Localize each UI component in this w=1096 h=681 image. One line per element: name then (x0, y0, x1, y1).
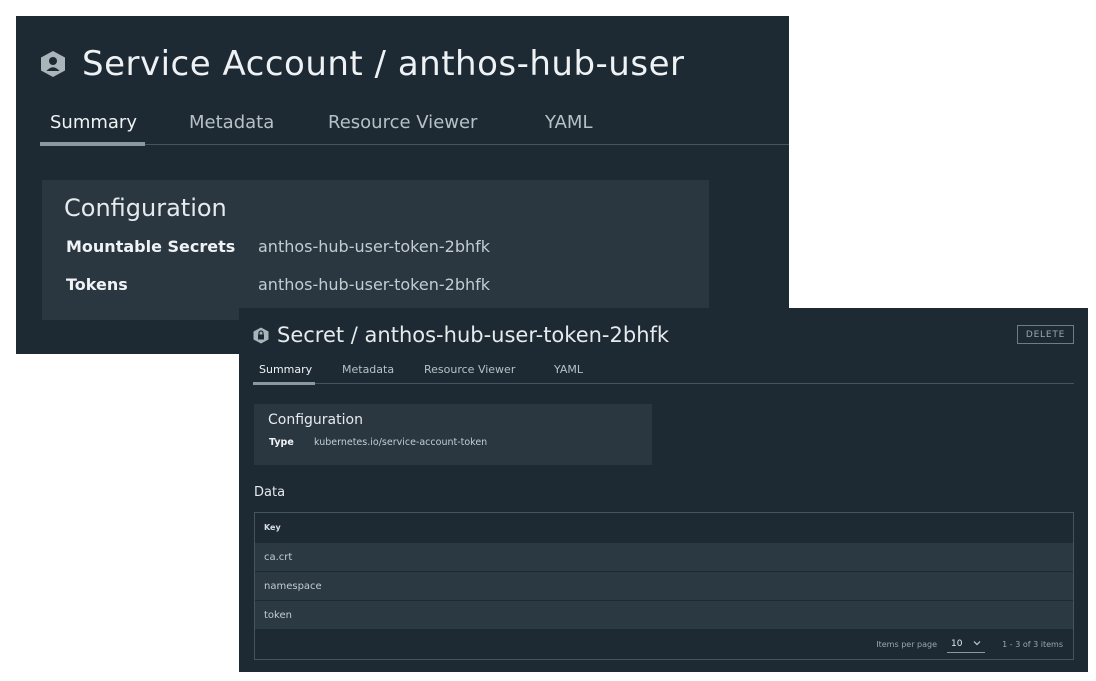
table-row[interactable]: namespace (255, 571, 1073, 600)
secret-tab-summary[interactable]: Summary (259, 363, 312, 376)
delete-button[interactable]: DELETE (1017, 325, 1074, 344)
pagination-range: 1 - 3 of 3 items (1002, 640, 1063, 649)
table-header-key: Key (264, 523, 281, 532)
secret-configuration-title: Configuration (268, 412, 363, 428)
data-table: Key ca.crt namespace token Items per pag… (254, 512, 1074, 660)
secret-title: Secret / anthos-hub-user-token-2bhfk (277, 323, 670, 347)
table-row[interactable]: ca.crt (255, 542, 1073, 571)
secret-panel: Secret / anthos-hub-user-token-2bhfk DEL… (239, 308, 1088, 672)
tab-metadata[interactable]: Metadata (189, 112, 274, 133)
table-footer: Items per page 10 1 - 3 of 3 items (255, 630, 1073, 659)
secret-header: Secret / anthos-hub-user-token-2bhfk (253, 322, 669, 348)
configuration-card: Configuration Mountable Secrets anthos-h… (42, 180, 709, 320)
service-account-panel: Service Account / anthos-hub-user Summar… (16, 16, 789, 354)
items-per-page-value: 10 (951, 639, 963, 649)
secret-hexagon-icon (253, 327, 269, 343)
type-value: kubernetes.io/service-account-token (314, 437, 488, 448)
service-account-hexagon-icon (41, 51, 65, 77)
secret-tab-metadata[interactable]: Metadata (342, 363, 394, 376)
mountable-secrets-value: anthos-hub-user-token-2bhfk (258, 237, 491, 256)
items-per-page-label: Items per page (876, 640, 937, 649)
secret-active-tab-indicator (253, 382, 315, 385)
data-heading: Data (254, 485, 286, 500)
items-per-page-select[interactable]: 10 (947, 636, 985, 653)
tokens-value: anthos-hub-user-token-2bhfk (258, 275, 491, 294)
tab-summary[interactable]: Summary (50, 112, 137, 133)
secret-configuration-card: Configuration Type kubernetes.io/service… (254, 404, 652, 465)
active-tab-indicator (40, 142, 145, 146)
service-account-header: Service Account / anthos-hub-user (40, 42, 684, 86)
type-label: Type (269, 437, 294, 448)
mountable-secrets-label: Mountable Secrets (66, 237, 236, 256)
secret-tab-yaml[interactable]: YAML (554, 363, 583, 376)
secret-tab-resource-viewer[interactable]: Resource Viewer (424, 363, 515, 376)
tokens-label: Tokens (66, 275, 128, 294)
tab-resource-viewer[interactable]: Resource Viewer (328, 112, 477, 133)
tab-bar: Summary Metadata Resource Viewer YAML (40, 108, 789, 146)
table-row[interactable]: token (255, 600, 1073, 629)
chevron-down-icon (973, 641, 981, 646)
tab-yaml[interactable]: YAML (545, 112, 592, 133)
configuration-title: Configuration (64, 194, 227, 222)
secret-tab-bar: Summary Metadata Resource Viewer YAML (253, 358, 1074, 385)
page-title: Service Account / anthos-hub-user (82, 44, 685, 84)
